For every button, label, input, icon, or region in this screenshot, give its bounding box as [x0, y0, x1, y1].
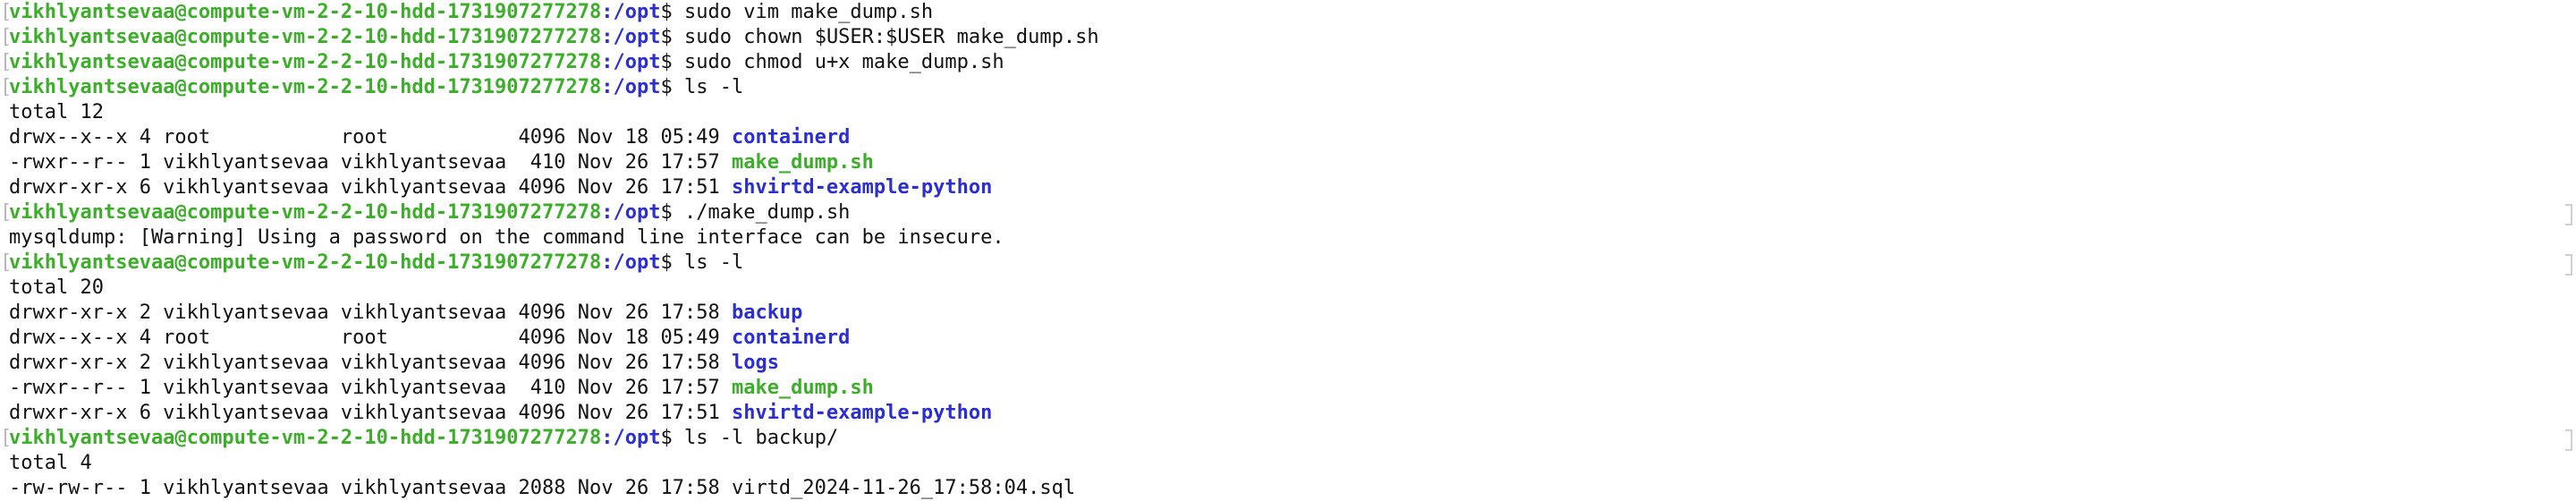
prompt-user-host: vikhlyantsevaa@compute-vm-2-2-10-hdd-173… — [9, 26, 602, 48]
directory-name: shvirtd-example-python — [731, 402, 993, 424]
ls-entry-meta: drwxr-xr-x 6 vikhlyantsevaa vikhlyantsev… — [9, 402, 732, 424]
prompt-path: /opt — [613, 251, 661, 274]
ls-entry-meta: drwx--x--x 4 root root 4096 Nov 18 05:49 — [9, 327, 732, 349]
prompt-line: [vikhlyantsevaa@compute-vm-2-2-10-hdd-17… — [0, 426, 1099, 451]
prompt-path: /opt — [613, 51, 661, 73]
prompt-symbol: $ — [660, 76, 684, 98]
command-text: ls -l — [684, 76, 744, 98]
scroll-mark — [2565, 429, 2572, 451]
prompt-symbol: $ — [660, 201, 684, 224]
scroll-mark — [2565, 204, 2572, 225]
command-text: sudo chmod u+x make_dump.sh — [684, 51, 1004, 73]
output-text: -rw-rw-r-- 1 vikhlyantsevaa vikhlyantsev… — [9, 477, 1076, 499]
directory-name: backup — [731, 301, 803, 324]
prompt-marker: [ — [0, 1, 13, 23]
prompt-line: [vikhlyantsevaa@compute-vm-2-2-10-hdd-17… — [0, 25, 1099, 50]
prompt-line: [vikhlyantsevaa@compute-vm-2-2-10-hdd-17… — [0, 75, 1099, 100]
prompt-colon: : — [601, 201, 614, 224]
prompt-user-host: vikhlyantsevaa@compute-vm-2-2-10-hdd-173… — [9, 427, 602, 449]
prompt-line: [vikhlyantsevaa@compute-vm-2-2-10-hdd-17… — [0, 50, 1099, 75]
output-line: mysqldump: [Warning] Using a password on… — [9, 225, 1099, 250]
output-line: total 20 — [9, 276, 1099, 301]
output-text: total 12 — [9, 101, 104, 123]
prompt-user-host: vikhlyantsevaa@compute-vm-2-2-10-hdd-173… — [9, 201, 602, 224]
executable-file-name: make_dump.sh — [731, 377, 874, 399]
prompt-marker: [ — [0, 26, 13, 48]
ls-entry: drwxr-xr-x 6 vikhlyantsevaa vikhlyantsev… — [9, 401, 1099, 426]
ls-entry: -rwxr--r-- 1 vikhlyantsevaa vikhlyantsev… — [9, 376, 1099, 401]
prompt-colon: : — [601, 76, 614, 98]
ls-entry-meta: drwxr-xr-x 6 vikhlyantsevaa vikhlyantsev… — [9, 176, 732, 199]
output-line: -rw-rw-r-- 1 vikhlyantsevaa vikhlyantsev… — [9, 476, 1099, 501]
terminal-output: [vikhlyantsevaa@compute-vm-2-2-10-hdd-17… — [0, 0, 1099, 501]
ls-entry: -rwxr--r-- 1 vikhlyantsevaa vikhlyantsev… — [9, 150, 1099, 175]
directory-name: containerd — [731, 327, 851, 349]
ls-entry-meta: drwxr-xr-x 2 vikhlyantsevaa vikhlyantsev… — [9, 301, 732, 324]
prompt-line: [vikhlyantsevaa@compute-vm-2-2-10-hdd-17… — [0, 200, 1099, 225]
prompt-path: /opt — [613, 76, 661, 98]
command-text: sudo chown $USER:$USER make_dump.sh — [684, 26, 1099, 48]
prompt-colon: : — [601, 51, 614, 73]
ls-entry: drwxr-xr-x 2 vikhlyantsevaa vikhlyantsev… — [9, 301, 1099, 326]
command-text: ls -l backup/ — [684, 427, 839, 449]
command-text: ./make_dump.sh — [684, 201, 851, 224]
output-text: total 20 — [9, 276, 104, 299]
prompt-marker: [ — [0, 201, 13, 224]
prompt-colon: : — [601, 1, 614, 23]
ls-entry-meta: -rwxr--r-- 1 vikhlyantsevaa vikhlyantsev… — [9, 377, 732, 399]
directory-name: shvirtd-example-python — [731, 176, 993, 199]
ls-entry: drwx--x--x 4 root root 4096 Nov 18 05:49… — [9, 326, 1099, 351]
prompt-marker: [ — [0, 251, 13, 274]
prompt-colon: : — [601, 26, 614, 48]
executable-file-name: make_dump.sh — [731, 151, 874, 174]
prompt-symbol: $ — [660, 26, 684, 48]
prompt-symbol: $ — [660, 51, 684, 73]
prompt-user-host: vikhlyantsevaa@compute-vm-2-2-10-hdd-173… — [9, 76, 602, 98]
command-text: sudo vim make_dump.sh — [684, 1, 934, 23]
directory-name: containerd — [731, 126, 851, 149]
ls-entry: drwxr-xr-x 2 vikhlyantsevaa vikhlyantsev… — [9, 351, 1099, 376]
prompt-path: /opt — [613, 26, 661, 48]
ls-entry-meta: drwxr-xr-x 2 vikhlyantsevaa vikhlyantsev… — [9, 352, 732, 374]
prompt-line: [vikhlyantsevaa@compute-vm-2-2-10-hdd-17… — [0, 250, 1099, 276]
output-line: total 12 — [9, 100, 1099, 125]
prompt-symbol: $ — [660, 427, 684, 449]
prompt-user-host: vikhlyantsevaa@compute-vm-2-2-10-hdd-173… — [9, 1, 602, 23]
command-text: ls -l — [684, 251, 744, 274]
prompt-user-host: vikhlyantsevaa@compute-vm-2-2-10-hdd-173… — [9, 251, 602, 274]
prompt-path: /opt — [613, 201, 661, 224]
prompt-symbol: $ — [660, 1, 684, 23]
prompt-colon: : — [601, 251, 614, 274]
prompt-line: [vikhlyantsevaa@compute-vm-2-2-10-hdd-17… — [0, 0, 1099, 25]
prompt-user-host: vikhlyantsevaa@compute-vm-2-2-10-hdd-173… — [9, 51, 602, 73]
prompt-marker: [ — [0, 427, 13, 449]
prompt-path: /opt — [613, 1, 661, 23]
output-text: total 4 — [9, 452, 92, 474]
prompt-symbol: $ — [660, 251, 684, 274]
output-line: total 4 — [9, 451, 1099, 476]
ls-entry-meta: drwx--x--x 4 root root 4096 Nov 18 05:49 — [9, 126, 732, 149]
prompt-colon: : — [601, 427, 614, 449]
prompt-path: /opt — [613, 427, 661, 449]
scroll-mark — [2565, 254, 2572, 276]
ls-entry: drwx--x--x 4 root root 4096 Nov 18 05:49… — [9, 125, 1099, 150]
ls-entry: drwxr-xr-x 6 vikhlyantsevaa vikhlyantsev… — [9, 175, 1099, 200]
prompt-marker: [ — [0, 51, 13, 73]
output-text: mysqldump: [Warning] Using a password on… — [9, 226, 1004, 249]
directory-name: logs — [731, 352, 779, 374]
prompt-marker: [ — [0, 76, 13, 98]
terminal-window[interactable]: [vikhlyantsevaa@compute-vm-2-2-10-hdd-17… — [0, 0, 2576, 501]
ls-entry-meta: -rwxr--r-- 1 vikhlyantsevaa vikhlyantsev… — [9, 151, 732, 174]
